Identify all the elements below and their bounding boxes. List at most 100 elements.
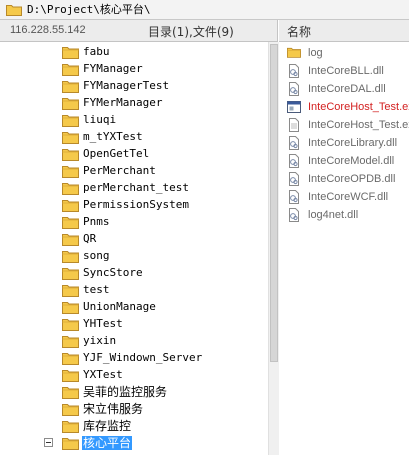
file-name: log (308, 47, 323, 59)
scrollbar-thumb[interactable] (270, 44, 278, 362)
tree-item[interactable]: fabu (0, 44, 268, 61)
item-count: 目录(1),文件(9) (148, 25, 234, 39)
folder-icon (62, 62, 79, 76)
dll-file-icon (287, 154, 301, 168)
tree-item[interactable]: 吴菲的监控服务 (0, 384, 268, 401)
dll-file-icon (287, 208, 301, 222)
tree-item[interactable]: PerMerchant (0, 163, 268, 180)
tree-scrollbar[interactable] (268, 42, 279, 455)
tree-item-label: 核心平台 (82, 436, 133, 450)
folder-icon (62, 181, 79, 195)
tree-item[interactable]: OpenGetTel (0, 146, 268, 163)
folder-icon (62, 232, 79, 246)
file-item[interactable]: log4net.dll (279, 206, 409, 224)
tree-header: 116.228.55.142 目录(1),文件(9) (0, 20, 278, 42)
address-bar[interactable]: D:\Project\核心平台\ (0, 0, 409, 20)
folder-icon (62, 113, 79, 127)
file-name: InteCoreWCF.dll (308, 191, 389, 203)
tree-item-label: test (83, 283, 110, 296)
tree-item[interactable]: YHTest (0, 316, 268, 333)
tree-item[interactable]: SyncStore (0, 265, 268, 282)
tree-item-label: fabu (83, 45, 110, 58)
folder-icon (62, 249, 79, 263)
tree-item[interactable]: FYMerManager (0, 95, 268, 112)
folder-tree[interactable]: fabu FYManager FYManagerTest FYMerManager li… (0, 42, 268, 455)
tree-item[interactable]: test (0, 282, 268, 299)
address-path[interactable]: D:\Project\核心平台\ (27, 3, 150, 17)
folder-icon (62, 96, 79, 110)
file-name: InteCoreOPDB.dll (308, 173, 396, 185)
tree-item-label: 库存监控 (83, 419, 132, 433)
file-name: InteCoreDAL.dll (308, 83, 386, 95)
file-item[interactable]: InteCoreDAL.dll (279, 80, 409, 98)
tree-item[interactable]: Pnms (0, 214, 268, 231)
file-item[interactable]: InteCoreLibrary.dll (279, 134, 409, 152)
tree-item-label: SyncStore (83, 266, 143, 279)
file-name: log4net.dll (308, 209, 359, 221)
tree-item[interactable]: FYManagerTest (0, 78, 268, 95)
tree-item-label: yixin (83, 334, 117, 347)
tree-item-label: PerMerchant (83, 164, 156, 177)
file-item[interactable]: InteCoreModel.dll (279, 152, 409, 170)
tree-item[interactable]: m_tYXTest (0, 129, 268, 146)
tree-item-label: YXTest (83, 368, 123, 381)
dll-file-icon (287, 136, 301, 150)
exe-file-icon (287, 100, 301, 114)
tree-item[interactable]: yixin (0, 333, 268, 350)
dll-file-icon (287, 64, 301, 78)
tree-item-label: PermissionSystem (83, 198, 189, 211)
folder-icon (62, 164, 79, 178)
tree-item-label: 吴菲的监控服务 (83, 385, 168, 399)
tree-item[interactable]: song (0, 248, 268, 265)
tree-item[interactable]: YJF_Windown_Server (0, 350, 268, 367)
folder-icon (62, 385, 79, 399)
file-item[interactable]: InteCoreBLL.dll (279, 62, 409, 80)
tree-item[interactable]: PermissionSystem (0, 197, 268, 214)
dll-file-icon (287, 172, 301, 186)
collapse-icon[interactable] (44, 438, 53, 447)
tree-item[interactable]: 库存监控 (0, 418, 268, 435)
tree-item[interactable]: QR (0, 231, 268, 248)
tree-item[interactable]: perMerchant_test (0, 180, 268, 197)
folder-icon (62, 334, 79, 348)
file-item[interactable]: InteCoreHost_Test.exe (279, 116, 409, 134)
folder-icon (62, 351, 79, 365)
tree-item-label: perMerchant_test (83, 181, 189, 194)
tree-item-label: 宋立伟服务 (83, 402, 144, 416)
folder-icon (62, 266, 79, 280)
tree-item-label: Pnms (83, 215, 110, 228)
file-name: InteCoreBLL.dll (308, 65, 384, 77)
folder-icon (62, 300, 79, 314)
tree-item-label: FYManager (83, 62, 143, 75)
file-name: InteCoreLibrary.dll (308, 137, 398, 149)
column-label: 名称 (287, 25, 312, 39)
folder-icon (62, 317, 79, 331)
tree-item[interactable]: YXTest (0, 367, 268, 384)
folder-icon (287, 46, 301, 60)
tree-item-label: FYMerManager (83, 96, 163, 109)
file-item[interactable]: InteCoreOPDB.dll (279, 170, 409, 188)
dll-file-icon (287, 82, 301, 96)
tree-item-label: YJF_Windown_Server (83, 351, 203, 364)
file-name: InteCoreHost_Test.exe (308, 101, 409, 113)
folder-icon (62, 147, 79, 161)
name-column-header[interactable]: 名称 (279, 20, 409, 42)
tree-item[interactable]: 核心平台 (0, 435, 268, 452)
folder-icon (62, 402, 79, 416)
file-name: InteCoreHost_Test.exe (308, 119, 409, 131)
file-item[interactable]: InteCoreWCF.dll (279, 188, 409, 206)
tree-item[interactable]: FYManager (0, 61, 268, 78)
tree-item[interactable]: liuqi (0, 112, 268, 129)
folder-icon (62, 130, 79, 144)
folder-icon (62, 368, 79, 382)
folder-icon (62, 436, 79, 450)
tree-item[interactable]: UnionManage (0, 299, 268, 316)
tree-item[interactable]: 宋立伟服务 (0, 401, 268, 418)
folder-icon (62, 79, 79, 93)
file-list[interactable]: log InteCoreBLL.dll InteCoreDAL.dll InteCor… (279, 42, 409, 455)
file-item[interactable]: InteCoreHost_Test.exe (279, 98, 409, 116)
tree-item-label: OpenGetTel (83, 147, 150, 160)
tree-item-label: m_tYXTest (83, 130, 143, 143)
file-item[interactable]: log (279, 44, 409, 62)
tree-item-label: UnionManage (83, 300, 156, 313)
